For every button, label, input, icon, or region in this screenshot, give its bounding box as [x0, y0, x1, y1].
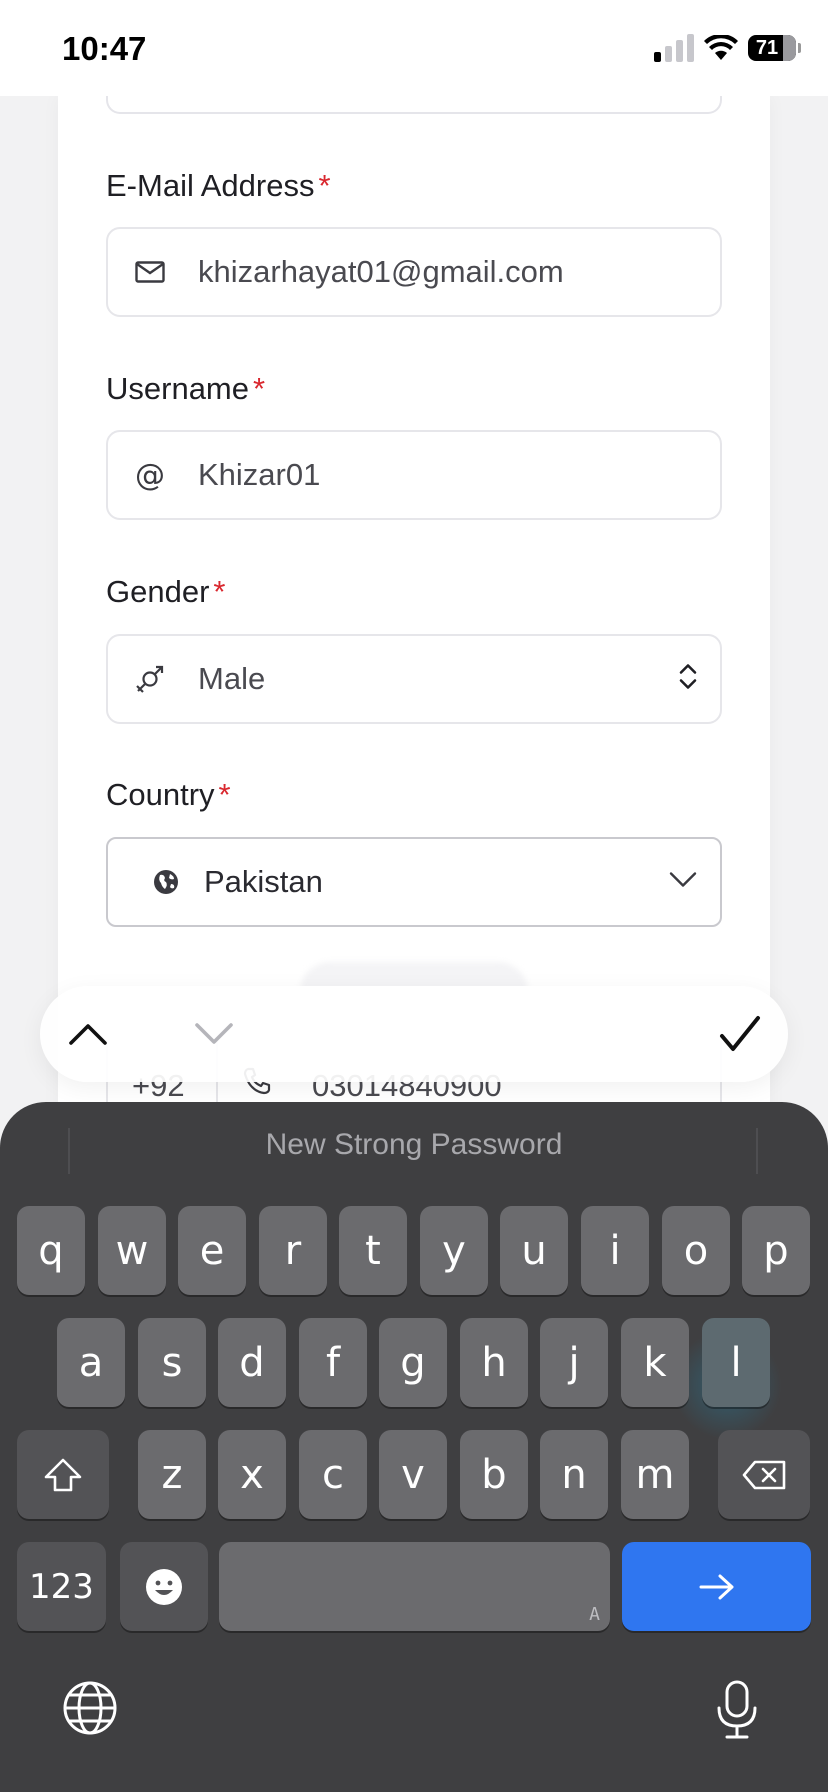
battery-icon: 71: [748, 35, 801, 61]
required-asterisk: *: [253, 371, 266, 406]
status-bar: 10:47 71: [0, 0, 828, 96]
key-g[interactable]: g: [379, 1318, 447, 1407]
chevron-down-icon: [668, 871, 698, 894]
numbers-key[interactable]: 123: [17, 1542, 106, 1631]
username-label: Username *: [106, 371, 266, 406]
key-e[interactable]: e: [178, 1206, 246, 1295]
key-v[interactable]: v: [379, 1430, 447, 1519]
shift-key[interactable]: [17, 1430, 109, 1519]
globe-icon: [148, 864, 184, 900]
keyboard: New Strong Password q w e r t y u i o p …: [0, 1102, 828, 1792]
chevron-updown-icon: [678, 662, 698, 697]
envelope-icon: [132, 254, 168, 290]
key-b[interactable]: b: [460, 1430, 528, 1519]
status-indicators: 71: [654, 34, 801, 62]
battery-level: 71: [755, 36, 779, 59]
key-q[interactable]: q: [17, 1206, 85, 1295]
microphone-icon[interactable]: [714, 1680, 760, 1745]
done-button[interactable]: [714, 1008, 766, 1060]
gender-label: Gender *: [106, 574, 226, 609]
globe-icon[interactable]: [62, 1680, 118, 1741]
key-h[interactable]: h: [460, 1318, 528, 1407]
delete-key[interactable]: [718, 1430, 810, 1519]
emoji-key[interactable]: [120, 1542, 208, 1631]
password-suggestion[interactable]: New Strong Password: [0, 1128, 828, 1172]
key-n[interactable]: n: [540, 1430, 608, 1519]
country-select[interactable]: Pakistan: [106, 837, 722, 927]
key-x[interactable]: x: [218, 1430, 286, 1519]
key-u[interactable]: u: [500, 1206, 568, 1295]
email-value: khizarhayat01@gmail.com: [198, 254, 564, 289]
checkmark-icon: [720, 1016, 760, 1051]
previous-field-button[interactable]: [64, 1010, 112, 1058]
required-asterisk: *: [318, 168, 331, 203]
key-y[interactable]: y: [420, 1206, 488, 1295]
key-j[interactable]: j: [540, 1318, 608, 1407]
username-field[interactable]: @ Khizar01: [106, 430, 722, 520]
key-d[interactable]: d: [218, 1318, 286, 1407]
cellular-signal-icon: [654, 34, 694, 62]
username-value: Khizar01: [198, 457, 321, 492]
key-f[interactable]: f: [299, 1318, 367, 1407]
wifi-icon: [704, 35, 738, 60]
shift-icon: [44, 1458, 82, 1491]
key-c[interactable]: c: [299, 1430, 367, 1519]
key-t[interactable]: t: [339, 1206, 407, 1295]
chevron-down-icon: [195, 1023, 233, 1044]
at-icon: @: [135, 457, 165, 493]
key-o[interactable]: o: [662, 1206, 730, 1295]
key-l[interactable]: l: [702, 1318, 770, 1407]
arrow-right-icon: [699, 1574, 733, 1599]
key-s[interactable]: s: [138, 1318, 206, 1407]
email-field[interactable]: khizarhayat01@gmail.com: [106, 227, 722, 317]
suggestion-divider: [756, 1128, 758, 1174]
gender-value: Male: [198, 661, 266, 696]
email-label: E-Mail Address *: [106, 168, 331, 203]
space-hint: A: [589, 1604, 600, 1625]
key-w[interactable]: w: [98, 1206, 166, 1295]
space-key[interactable]: A: [219, 1542, 610, 1631]
country-label: Country *: [106, 777, 231, 812]
key-i[interactable]: i: [581, 1206, 649, 1295]
next-field-button[interactable]: [190, 1010, 238, 1058]
key-a[interactable]: a: [57, 1318, 125, 1407]
required-asterisk: *: [218, 777, 231, 812]
gender-icon: [132, 661, 168, 697]
key-r[interactable]: r: [259, 1206, 327, 1295]
key-p[interactable]: p: [742, 1206, 810, 1295]
country-value: Pakistan: [204, 864, 323, 899]
required-asterisk: *: [213, 574, 226, 609]
gender-select[interactable]: Male: [106, 634, 722, 724]
chevron-up-icon: [69, 1024, 107, 1045]
backspace-icon: [742, 1460, 786, 1489]
go-key[interactable]: [622, 1542, 811, 1631]
key-z[interactable]: z: [138, 1430, 206, 1519]
keyboard-accessory-bar: [40, 986, 788, 1082]
key-k[interactable]: k: [621, 1318, 689, 1407]
status-time: 10:47: [62, 30, 147, 67]
emoji-icon: [146, 1568, 182, 1605]
key-m[interactable]: m: [621, 1430, 689, 1519]
